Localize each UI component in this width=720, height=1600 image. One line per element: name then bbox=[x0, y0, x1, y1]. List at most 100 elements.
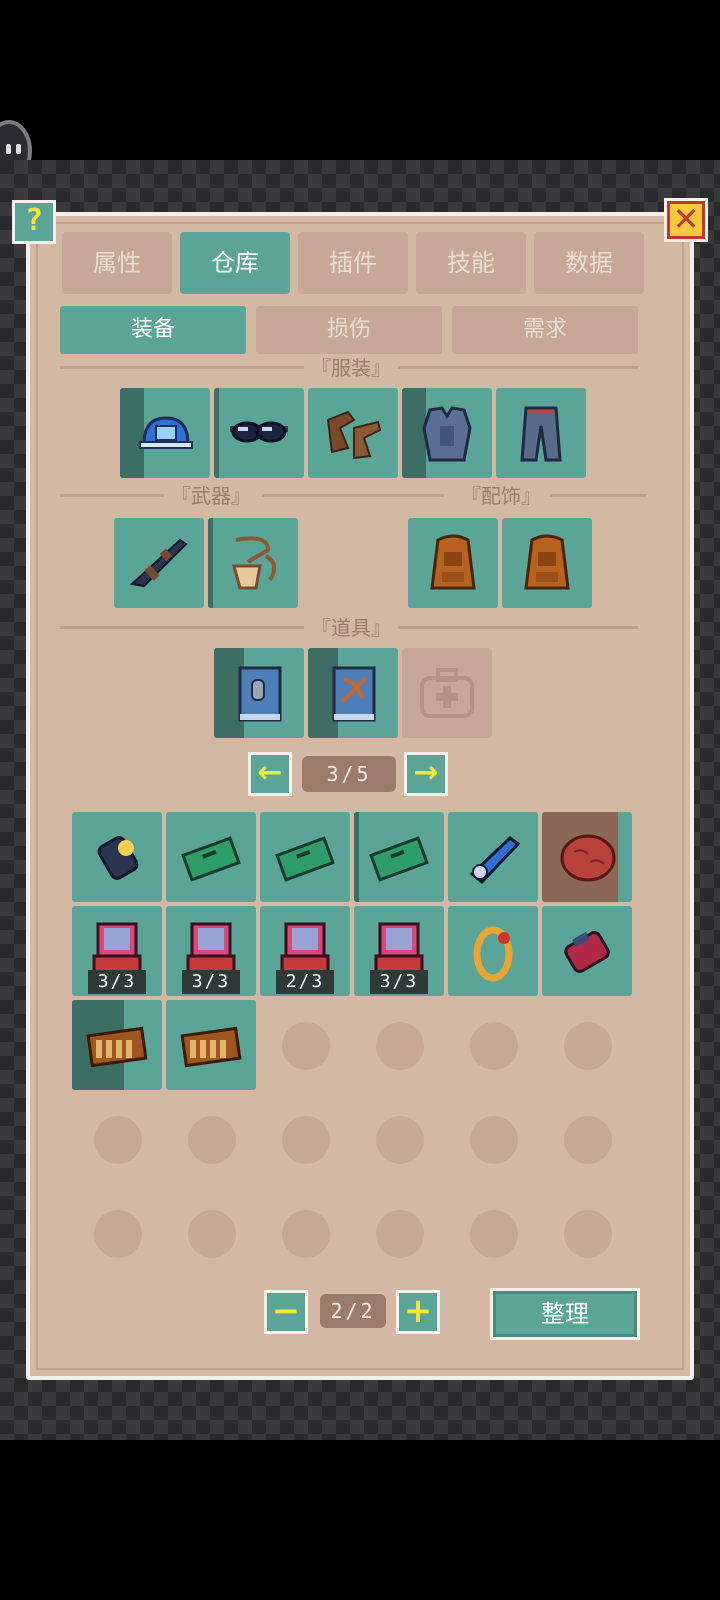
lantern-icon bbox=[97, 836, 139, 880]
top-black-strip bbox=[0, 0, 720, 160]
clothing-slot-pants[interactable] bbox=[496, 388, 586, 478]
empty-inventory-slot[interactable] bbox=[376, 1210, 424, 1258]
ammo-belt-icon bbox=[86, 1026, 148, 1068]
plus-button[interactable]: + bbox=[396, 1290, 440, 1334]
tab-skills[interactable]: 技能 bbox=[416, 232, 526, 294]
tab-warehouse[interactable]: 仓库 bbox=[180, 232, 290, 294]
ammo-book-icon bbox=[238, 666, 282, 722]
inventory-slot[interactable] bbox=[72, 1000, 162, 1090]
divider bbox=[60, 366, 304, 369]
empty-inventory-slot[interactable] bbox=[188, 1116, 236, 1164]
goggles-icon bbox=[230, 421, 288, 443]
tab-data[interactable]: 数据 bbox=[534, 232, 644, 294]
storage-page-indicator: 2/2 bbox=[320, 1294, 386, 1328]
bandage-box-icon bbox=[369, 836, 429, 882]
clothing-slot-goggles[interactable] bbox=[214, 388, 304, 478]
divider bbox=[262, 494, 444, 497]
inventory-slot[interactable] bbox=[354, 812, 444, 902]
inventory-slot[interactable] bbox=[448, 812, 538, 902]
inventory-slot[interactable] bbox=[72, 812, 162, 902]
inventory-slot[interactable] bbox=[260, 812, 350, 902]
weapon-slot-1[interactable] bbox=[114, 518, 204, 608]
bandage-box-icon bbox=[181, 836, 241, 882]
inventory-slot[interactable] bbox=[166, 812, 256, 902]
prev-page-button[interactable]: ← bbox=[248, 752, 292, 796]
inventory-slot[interactable] bbox=[542, 906, 632, 996]
item-slot-3-empty[interactable] bbox=[402, 648, 492, 738]
sort-button[interactable]: 整理 bbox=[490, 1288, 640, 1340]
empty-inventory-slot[interactable] bbox=[470, 1210, 518, 1258]
sling-bag-icon bbox=[232, 536, 277, 590]
chainsaw-icon bbox=[469, 836, 521, 885]
tab-plugins[interactable]: 插件 bbox=[298, 232, 408, 294]
divider bbox=[60, 626, 304, 629]
divider bbox=[398, 366, 638, 369]
empty-inventory-slot[interactable] bbox=[470, 1116, 518, 1164]
armor-vest-icon bbox=[422, 406, 472, 462]
inventory-slot[interactable] bbox=[448, 906, 538, 996]
inventory-slot[interactable] bbox=[166, 1000, 256, 1090]
help-button[interactable]: ? bbox=[12, 200, 56, 244]
section-title-items: 『道具』 bbox=[311, 616, 391, 640]
section-title-clothing: 『服装』 bbox=[311, 356, 391, 380]
avatar-eye-left bbox=[6, 144, 11, 154]
divider bbox=[550, 494, 646, 497]
item-count-badge: 3/3 bbox=[182, 970, 240, 994]
empty-inventory-slot[interactable] bbox=[282, 1022, 330, 1070]
backpack-icon bbox=[524, 534, 570, 590]
close-button[interactable]: ✕ bbox=[664, 198, 708, 242]
clothing-slot-boots[interactable] bbox=[308, 388, 398, 478]
empty-inventory-slot[interactable] bbox=[282, 1210, 330, 1258]
empty-inventory-slot[interactable] bbox=[564, 1022, 612, 1070]
empty-inventory-slot[interactable] bbox=[564, 1116, 612, 1164]
pants-icon bbox=[520, 406, 562, 462]
empty-inventory-slot[interactable] bbox=[282, 1116, 330, 1164]
clothing-slot-armor[interactable] bbox=[402, 388, 492, 478]
section-title-weapons: 『武器』 bbox=[171, 484, 251, 508]
next-page-button[interactable]: → bbox=[404, 752, 448, 796]
item-count-badge: 3/3 bbox=[370, 970, 428, 994]
divider bbox=[398, 626, 638, 629]
inventory-slot[interactable]: 3/3 bbox=[166, 906, 256, 996]
minus-button[interactable]: − bbox=[264, 1290, 308, 1334]
empty-inventory-slot[interactable] bbox=[94, 1210, 142, 1258]
item-count-badge: 2/3 bbox=[276, 970, 334, 994]
inventory-slot[interactable]: 3/3 bbox=[72, 906, 162, 996]
item-count-badge: 3/3 bbox=[88, 970, 146, 994]
empty-inventory-slot[interactable] bbox=[94, 1116, 142, 1164]
rifle-icon bbox=[129, 538, 188, 588]
inventory-slot[interactable] bbox=[542, 812, 632, 902]
tab-attributes[interactable]: 属性 bbox=[62, 232, 172, 294]
clothing-slot-helmet[interactable] bbox=[120, 388, 210, 478]
empty-inventory-slot[interactable] bbox=[188, 1210, 236, 1258]
divider bbox=[60, 494, 164, 497]
backpack-icon bbox=[430, 534, 476, 590]
avatar-eye-right bbox=[16, 144, 21, 154]
item-slot-1[interactable] bbox=[214, 648, 304, 738]
section-title-accessories: 『配饰』 bbox=[461, 484, 541, 508]
subtab-needs[interactable]: 需求 bbox=[452, 306, 638, 354]
inventory-page-indicator: 3/5 bbox=[302, 756, 396, 792]
empty-inventory-slot[interactable] bbox=[564, 1210, 612, 1258]
ring-icon bbox=[473, 926, 513, 982]
subtab-equipment[interactable]: 装备 bbox=[60, 306, 246, 354]
bottom-black-strip bbox=[0, 1440, 720, 1600]
weapon-slot-2[interactable] bbox=[208, 518, 298, 608]
inventory-slot[interactable]: 2/3 bbox=[260, 906, 350, 996]
accessory-slot-2[interactable] bbox=[502, 518, 592, 608]
grenade-icon bbox=[564, 931, 610, 973]
bandage-box-icon bbox=[275, 836, 335, 882]
ammo-belt-icon bbox=[180, 1026, 242, 1068]
meat-icon bbox=[560, 834, 616, 882]
empty-inventory-slot[interactable] bbox=[376, 1116, 424, 1164]
subtab-injury[interactable]: 损伤 bbox=[256, 306, 442, 354]
accessory-slot-1[interactable] bbox=[408, 518, 498, 608]
blue-helmet-icon bbox=[139, 416, 193, 449]
empty-inventory-slot[interactable] bbox=[376, 1022, 424, 1070]
item-slot-2[interactable] bbox=[308, 648, 398, 738]
empty-inventory-slot[interactable] bbox=[470, 1022, 518, 1070]
medkit-placeholder-icon bbox=[420, 668, 474, 718]
inventory-slot[interactable]: 3/3 bbox=[354, 906, 444, 996]
boots-icon bbox=[326, 410, 382, 460]
crossbow-book-icon bbox=[332, 666, 376, 722]
